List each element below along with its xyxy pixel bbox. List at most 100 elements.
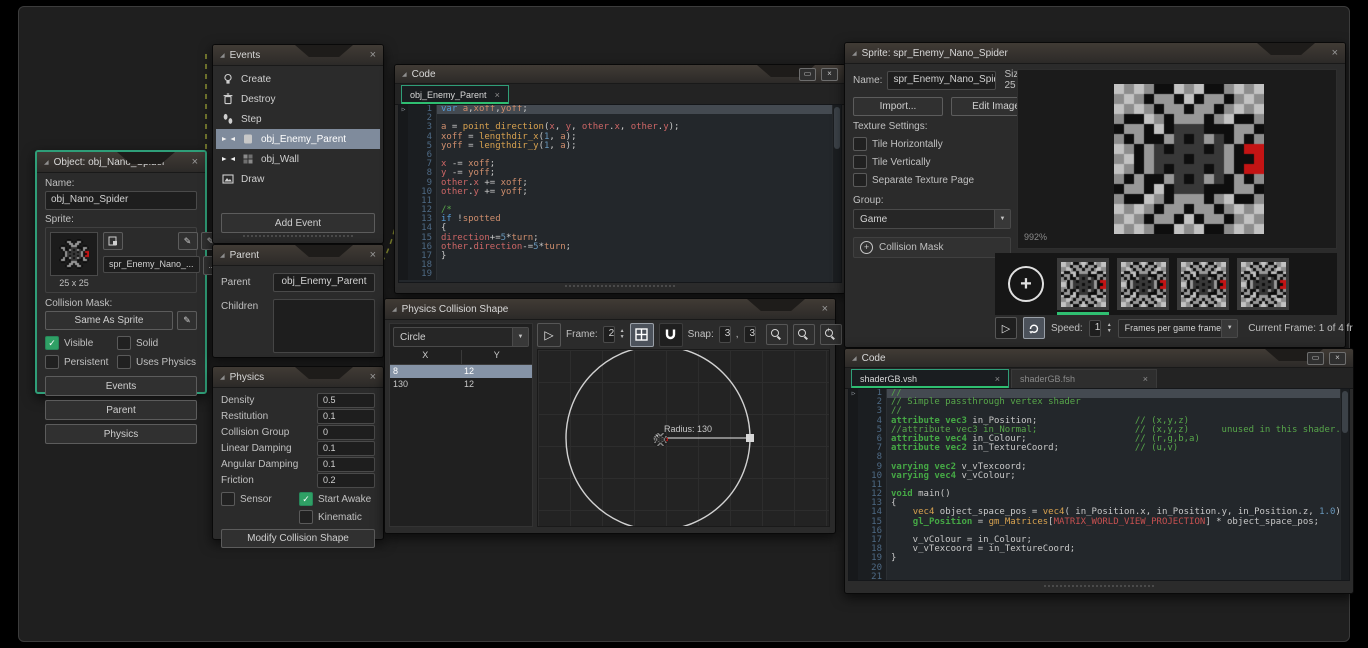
- collapse-icon[interactable]: ◢: [402, 71, 407, 78]
- parent-value-field[interactable]: obj_Enemy_Parent: [273, 273, 375, 292]
- close-icon[interactable]: ×: [192, 157, 198, 168]
- resize-grip[interactable]: [1044, 585, 1154, 591]
- grid-toggle-button[interactable]: [630, 323, 654, 347]
- parent-button[interactable]: Parent: [45, 400, 197, 420]
- event-item-create[interactable]: Create: [216, 69, 380, 89]
- tab-close-icon[interactable]: ×: [995, 374, 1000, 384]
- close-icon[interactable]: ×: [1329, 352, 1346, 365]
- physics-button[interactable]: Physics: [45, 424, 197, 444]
- snap-y-input[interactable]: 32: [744, 326, 756, 343]
- sprite-name-field[interactable]: spr_Enemy_Nano_...: [103, 256, 200, 273]
- tile-vertically-checkbox[interactable]: [853, 155, 867, 169]
- frame-input[interactable]: 2: [603, 326, 615, 343]
- snap-x-input[interactable]: 32: [719, 326, 731, 343]
- children-list[interactable]: [273, 299, 375, 353]
- event-item-collision-obj-enemy-parent[interactable]: obj_Enemy_Parent: [216, 129, 380, 149]
- snap-toggle-button[interactable]: [659, 323, 683, 347]
- sprite-preview-area[interactable]: 992%: [1017, 69, 1337, 249]
- collapse-icon[interactable]: ◢: [220, 52, 225, 59]
- frame-stepper[interactable]: ▲▼: [620, 329, 625, 340]
- event-item-draw[interactable]: Draw: [216, 169, 380, 189]
- tab-obj-enemy-parent[interactable]: obj_Enemy_Parent ×: [401, 85, 509, 104]
- close-icon[interactable]: ×: [370, 250, 376, 261]
- resize-grip[interactable]: [565, 285, 675, 291]
- close-icon[interactable]: ×: [1332, 48, 1338, 59]
- collapse-icon[interactable]: ◢: [392, 306, 397, 313]
- column-header-y[interactable]: Y: [461, 350, 533, 364]
- collapse-icon[interactable]: ◢: [44, 159, 49, 166]
- persistent-checkbox-row[interactable]: Persistent: [45, 355, 117, 369]
- edit-sprite-button[interactable]: ✎: [178, 232, 198, 250]
- uses-physics-checkbox-row[interactable]: Uses Physics: [117, 355, 196, 369]
- kinematic-checkbox-row[interactable]: Kinematic: [299, 510, 362, 524]
- frame-thumbnail-4[interactable]: [1237, 258, 1289, 310]
- event-item-step[interactable]: Step: [216, 109, 380, 129]
- kinematic-checkbox[interactable]: [299, 510, 313, 524]
- modify-collision-shape-button[interactable]: Modify Collision Shape: [221, 529, 375, 548]
- angular-damping-input[interactable]: 0.1: [317, 457, 375, 472]
- add-frame-button[interactable]: +: [1003, 261, 1049, 307]
- start-awake-checkbox-row[interactable]: ✓ Start Awake: [299, 492, 371, 506]
- table-row[interactable]: 8 12: [390, 365, 532, 378]
- new-sprite-button[interactable]: [103, 232, 123, 250]
- collapse-icon[interactable]: ◢: [852, 355, 857, 362]
- edit-mask-button[interactable]: ✎: [177, 311, 197, 330]
- code-editor[interactable]: ▷1var a,xoff,yoff;23a = point_direction(…: [398, 104, 842, 283]
- tile-horizontally-checkbox[interactable]: [853, 137, 867, 151]
- density-input[interactable]: 0.5: [317, 393, 375, 408]
- close-icon[interactable]: ×: [821, 68, 838, 81]
- collapse-icon[interactable]: ◢: [220, 374, 225, 381]
- frame-thumbnail-2[interactable]: [1117, 258, 1169, 310]
- parent-panel-titlebar[interactable]: ◢ Parent ×: [213, 245, 383, 266]
- close-icon[interactable]: ×: [370, 50, 376, 61]
- zoom-reset-button[interactable]: -: [793, 324, 815, 345]
- collapse-icon[interactable]: ◢: [852, 50, 857, 57]
- collision-mask-expander[interactable]: + Collision Mask: [853, 237, 1011, 258]
- tab-close-icon[interactable]: ×: [495, 90, 500, 100]
- column-header-x[interactable]: X: [390, 350, 461, 364]
- visible-checkbox[interactable]: ✓: [45, 336, 59, 350]
- separate-texture-page-checkbox[interactable]: [853, 173, 867, 187]
- sprite-panel-titlebar[interactable]: ◢ Sprite: spr_Enemy_Nano_Spider ×: [845, 43, 1345, 64]
- sensor-checkbox[interactable]: [221, 492, 235, 506]
- zoom-out-button[interactable]: [766, 324, 788, 345]
- loop-button[interactable]: [1023, 317, 1045, 339]
- code-window-titlebar[interactable]: ◢ Code ▭ ×: [395, 65, 845, 84]
- play-animation-button[interactable]: ▷: [995, 317, 1017, 339]
- frame-thumbnail-3[interactable]: [1177, 258, 1229, 310]
- collision-group-input[interactable]: 0: [317, 425, 375, 440]
- event-item-destroy[interactable]: Destroy: [216, 89, 380, 109]
- uses-physics-checkbox[interactable]: [117, 355, 131, 369]
- sprite-thumbnail[interactable]: [50, 232, 98, 276]
- shader-code-editor[interactable]: ▷1//2// Simple passthrough vertex shader…: [848, 388, 1350, 581]
- tile-horizontally-row[interactable]: Tile Horizontally: [853, 137, 1011, 151]
- close-icon[interactable]: ×: [370, 372, 376, 383]
- solid-checkbox[interactable]: [117, 336, 131, 350]
- object-name-input[interactable]: obj_Nano_Spider: [45, 191, 197, 210]
- events-button[interactable]: Events: [45, 376, 197, 396]
- maximize-icon[interactable]: ▭: [1307, 352, 1324, 365]
- shape-dropdown[interactable]: Circle ▼: [393, 327, 529, 347]
- zoom-in-button[interactable]: +: [820, 324, 842, 345]
- radius-handle[interactable]: [746, 434, 754, 442]
- import-button[interactable]: Import...: [853, 97, 943, 116]
- tile-vertically-row[interactable]: Tile Vertically: [853, 155, 1011, 169]
- visible-checkbox-row[interactable]: ✓ Visible: [45, 336, 117, 350]
- close-icon[interactable]: ×: [822, 304, 828, 315]
- collapse-icon[interactable]: ◢: [220, 252, 225, 259]
- object-panel-titlebar[interactable]: ◢ Object: obj_Nano_Spider ×: [37, 152, 205, 173]
- tab-shadergb-vsh[interactable]: shaderGB.vsh ×: [851, 369, 1009, 388]
- speed-stepper[interactable]: ▲▼: [1107, 323, 1112, 334]
- speed-input[interactable]: 1: [1089, 320, 1101, 337]
- event-item-collision-obj-wall[interactable]: obj_Wall: [216, 149, 380, 169]
- sprite-name-input[interactable]: spr_Enemy_Nano_Spider: [887, 71, 995, 90]
- scrollbar[interactable]: [832, 105, 841, 282]
- linear-damping-input[interactable]: 0.1: [317, 441, 375, 456]
- collision-shape-canvas[interactable]: Radius: 130: [537, 349, 830, 527]
- same-as-sprite-button[interactable]: Same As Sprite: [45, 311, 173, 330]
- table-row[interactable]: 130 12: [390, 378, 532, 391]
- sensor-checkbox-row[interactable]: Sensor: [221, 492, 299, 506]
- maximize-icon[interactable]: ▭: [799, 68, 816, 81]
- restitution-input[interactable]: 0.1: [317, 409, 375, 424]
- friction-input[interactable]: 0.2: [317, 473, 375, 488]
